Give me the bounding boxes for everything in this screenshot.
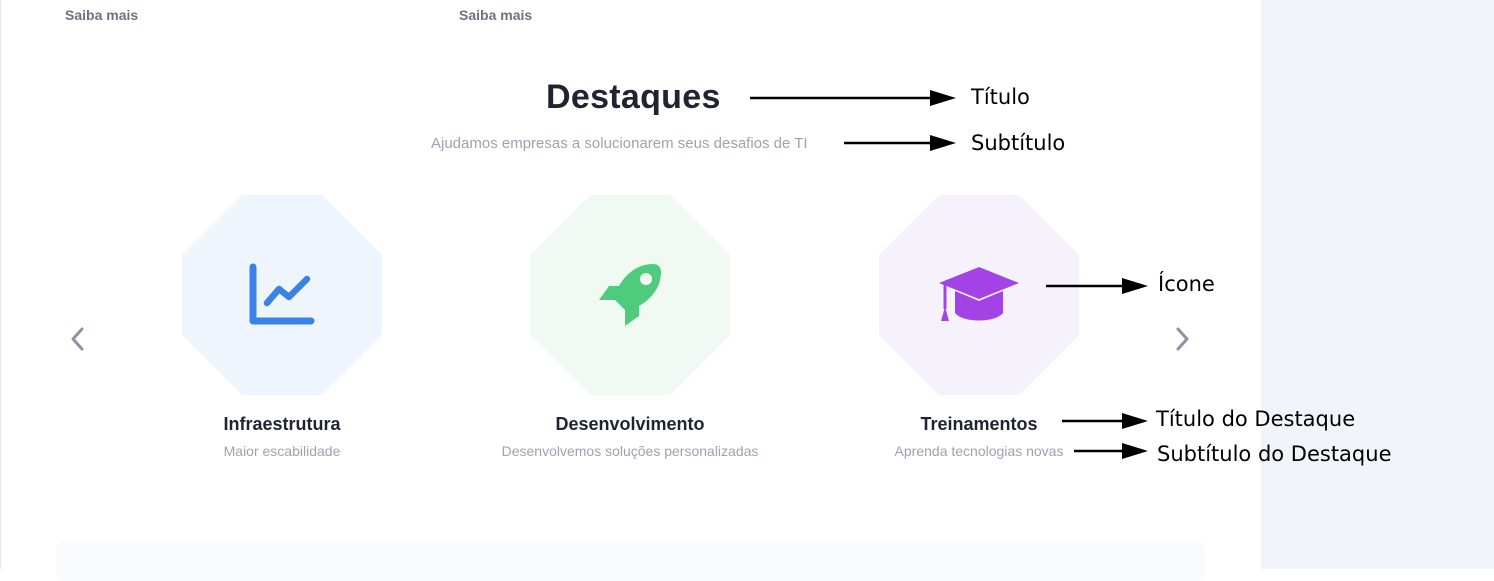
next-section-container: [56, 541, 1205, 581]
annotation-label-icone: Ícone: [1158, 272, 1215, 296]
icon-background-octagon: [530, 195, 730, 395]
carousel-prev-button[interactable]: [62, 322, 92, 356]
feature-card-infraestrutura[interactable]: Infraestrutura Maior escabilidade: [132, 195, 432, 465]
carousel-next-button[interactable]: [1168, 322, 1198, 356]
annotation-arrow-titulo-destaque: [1062, 413, 1148, 429]
feature-subtitle: Desenvolvemos soluções personalizadas: [501, 443, 759, 459]
saiba-mais-link-1[interactable]: Saiba mais: [65, 7, 138, 23]
section-title: Destaques: [546, 78, 721, 116]
annotation-arrow-icone: [1046, 278, 1148, 294]
line-chart-icon: [249, 263, 315, 325]
saiba-mais-link-2[interactable]: Saiba mais: [459, 7, 532, 23]
chevron-left-icon: [71, 327, 84, 351]
feature-subtitle: Maior escabilidade: [223, 443, 341, 459]
annotation-label-subtitulo: Subtítulo: [971, 131, 1066, 155]
rocket-icon: [599, 264, 661, 326]
feature-card-desenvolvimento[interactable]: Desenvolvimento Desenvolvemos soluções p…: [480, 195, 780, 465]
page-left-border: [0, 0, 1, 569]
section-subtitle: Ajudamos empresas a solucionarem seus de…: [431, 135, 808, 152]
graduation-cap-icon: [939, 267, 1019, 321]
annotation-arrow-subtitulo-destaque: [1074, 443, 1148, 459]
right-side-panel: [1261, 0, 1494, 569]
annotation-label-titulo: Título: [971, 85, 1030, 109]
annotation-label-subtitulo-destaque: Subtítulo do Destaque: [1157, 442, 1392, 466]
chevron-right-icon: [1176, 327, 1189, 351]
annotation-arrow-subtitulo: [844, 135, 956, 151]
feature-title: Infraestrutura: [223, 414, 341, 434]
annotation-label-titulo-destaque: Título do Destaque: [1156, 407, 1356, 431]
annotation-arrow-titulo: [750, 90, 956, 106]
feature-title: Desenvolvimento: [555, 414, 705, 434]
icon-background-octagon: [182, 195, 382, 395]
